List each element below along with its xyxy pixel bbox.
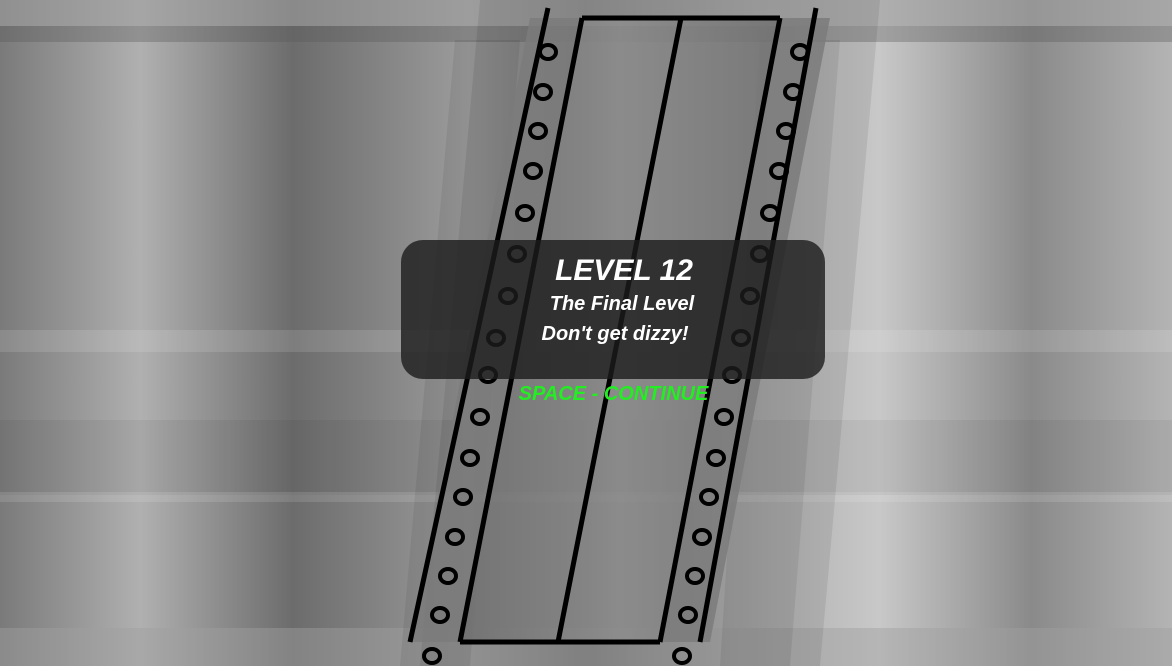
- continue-prompt[interactable]: SPACE - CONTINUE: [401, 384, 825, 404]
- level-title: LEVEL 12: [555, 254, 693, 287]
- level-subtitle: The Final Level: [549, 293, 695, 315]
- level-hint: Don't get dizzy!: [541, 323, 689, 345]
- game-screen: LEVEL 12 The Final Level Don't get dizzy…: [0, 0, 1172, 666]
